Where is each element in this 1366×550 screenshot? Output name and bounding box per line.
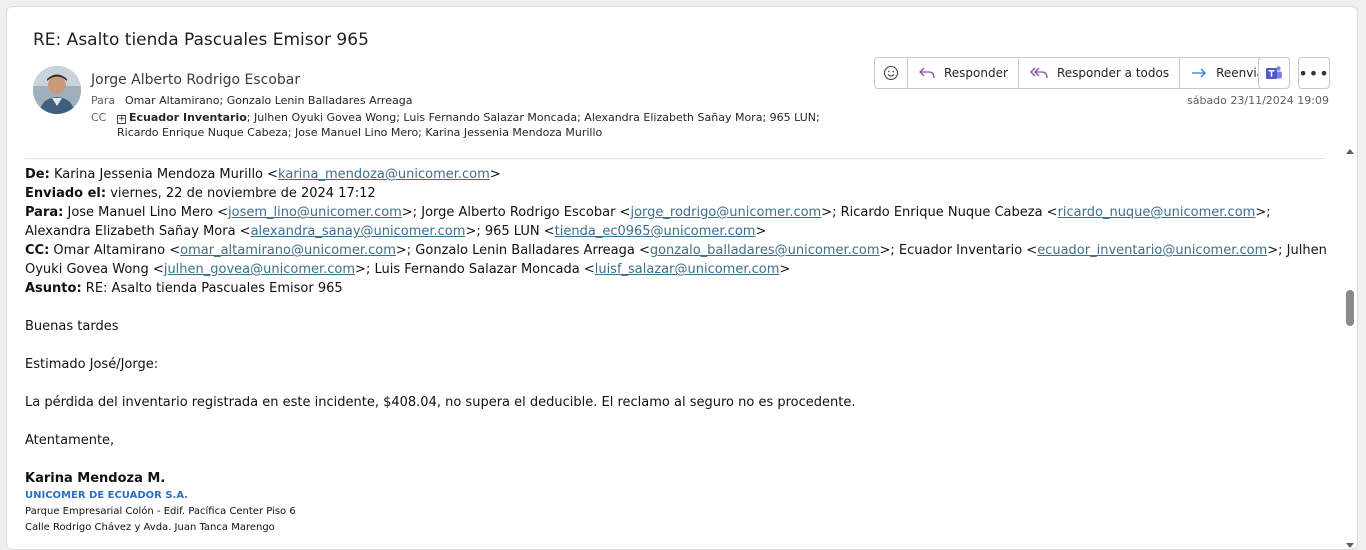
- quoted-cc-email-link[interactable]: omar_altamirano@unicomer.com: [180, 243, 396, 258]
- avatar-photo: [33, 66, 81, 114]
- reply-button[interactable]: Responder: [908, 58, 1019, 88]
- reply-label: Responder: [944, 66, 1008, 80]
- sender-name[interactable]: Jorge Alberto Rodrigo Escobar: [91, 72, 300, 88]
- quoted-to-text: >; Jorge Alberto Rodrigo Escobar <: [401, 205, 631, 220]
- message-text: La pérdida del inventario registrada en …: [25, 395, 856, 410]
- message-salutation: Estimado José/Jorge:: [25, 357, 159, 372]
- signature-company: UNICOMER DE ECUADOR S.A.: [25, 490, 189, 501]
- teams-icon: [1266, 66, 1282, 79]
- cc-recipients-line2[interactable]: Ricardo Enrique Nuque Cabeza; Jose Manue…: [117, 126, 602, 139]
- teams-button[interactable]: [1258, 57, 1290, 89]
- email-subject: RE: Asalto tienda Pascuales Emisor 965: [33, 30, 369, 50]
- reply-all-label: Responder a todos: [1056, 66, 1170, 80]
- message-body: De: Karina Jessenia Mendoza Murillo <kar…: [25, 165, 1330, 536]
- quoted-cc-text: >; Gonzalo Lenin Balladares Arreaga <: [395, 243, 650, 258]
- quoted-to-email-link[interactable]: tienda_ec0965@unicomer.com: [555, 224, 756, 239]
- quoted-cc-label: CC:: [25, 243, 50, 258]
- message-closing: Atentamente,: [25, 433, 115, 448]
- quoted-cc-line: CC: Omar Altamirano <omar_altamirano@uni…: [25, 241, 1330, 279]
- to-line: Para Omar Altamirano; Gonzalo Lenin Balla…: [91, 94, 412, 107]
- signature-name: Karina Mendoza M.: [25, 471, 166, 486]
- quoted-cc-text: >: [779, 262, 791, 277]
- quoted-to-label: Para:: [25, 205, 64, 220]
- quoted-from-name: Karina Jessenia Mendoza Murillo <: [53, 167, 279, 182]
- reply-icon: [919, 67, 935, 79]
- to-recipients[interactable]: Omar Altamirano; Gonzalo Lenin Balladare…: [125, 94, 412, 107]
- expand-group-icon[interactable]: +: [117, 115, 126, 124]
- quoted-to-email-link[interactable]: jorge_rodrigo@unicomer.com: [630, 205, 821, 220]
- header-divider: [25, 158, 1325, 159]
- quoted-to-line: Para: Jose Manuel Lino Mero <josem_lino@…: [25, 203, 1330, 241]
- scroll-down-arrow-icon[interactable]: [1346, 543, 1354, 548]
- message-greeting: Buenas tardes: [25, 319, 119, 334]
- reply-all-button[interactable]: Responder a todos: [1019, 58, 1181, 88]
- received-date: sábado 23/11/2024 19:09: [1186, 94, 1329, 107]
- signature-address-2: Calle Rodrigo Chávez y Avda. Juan Tanca …: [25, 522, 275, 533]
- quoted-cc-email-link[interactable]: luisf_salazar@unicomer.com: [595, 262, 780, 277]
- cc-line: CC + Ecuador Inventario; Julhen Oyuki Gove…: [91, 111, 820, 124]
- quoted-cc-text: >; Luis Fernando Salazar Moncada <: [355, 262, 595, 277]
- quoted-cc-email-link[interactable]: ecuador_inventario@unicomer.com: [1037, 243, 1267, 258]
- scroll-up-arrow-icon[interactable]: [1346, 149, 1354, 154]
- more-actions-button[interactable]: •••: [1298, 57, 1330, 89]
- quoted-from-email-link[interactable]: karina_mendoza@unicomer.com: [278, 167, 490, 182]
- signature-address-1: Parque Empresarial Colón - Edif. Pacífic…: [25, 506, 296, 517]
- email-reading-pane: RE: Asalto tienda Pascuales Emisor 965 J…: [6, 6, 1358, 550]
- quoted-subject-line: Asunto: RE: Asalto tienda Pascuales Emis…: [25, 279, 1330, 298]
- vertical-scrollbar[interactable]: [1343, 147, 1357, 549]
- quoted-to-text: >; Ricardo Enrique Nuque Cabeza <: [821, 205, 1058, 220]
- quoted-sent-value: viernes, 22 de noviembre de 2024 17:12: [110, 186, 376, 201]
- forward-icon: [1192, 68, 1207, 78]
- quoted-to-email-link[interactable]: josem_lino@unicomer.com: [228, 205, 402, 220]
- quoted-to-email-link[interactable]: alexandra_sanay@unicomer.com: [251, 224, 466, 239]
- action-toolbar: Responder Responder a todos Reenviar: [874, 57, 1281, 89]
- quoted-from-line: De: Karina Jessenia Mendoza Murillo <kar…: [25, 167, 501, 182]
- to-label: Para: [91, 94, 116, 107]
- avatar[interactable]: [33, 66, 81, 114]
- quoted-cc-email-link[interactable]: gonzalo_balladares@unicomer.com: [650, 243, 880, 258]
- cc-group[interactable]: Ecuador Inventario: [129, 111, 247, 124]
- quoted-to-email-link[interactable]: ricardo_nuque@unicomer.com: [1058, 205, 1256, 220]
- quoted-subject-label: Asunto:: [25, 281, 82, 296]
- reply-all-icon: [1030, 67, 1048, 79]
- quoted-sent-line: Enviado el: viernes, 22 de noviembre de …: [25, 184, 1330, 203]
- scrollbar-thumb[interactable]: [1346, 290, 1354, 326]
- cc-label: CC: [91, 111, 107, 124]
- quoted-to-text: >; 965 LUN <: [465, 224, 555, 239]
- quoted-cc-text: Omar Altamirano <: [53, 243, 181, 258]
- quoted-cc-email-link[interactable]: julhen_govea@unicomer.com: [164, 262, 355, 277]
- quoted-to-text: >: [755, 224, 767, 239]
- quoted-subject-value: RE: Asalto tienda Pascuales Emisor 965: [85, 281, 343, 296]
- quoted-cc-text: >; Ecuador Inventario <: [879, 243, 1038, 258]
- cc-recipients-line1[interactable]: ; Julhen Oyuki Govea Wong; Luis Fernando…: [247, 111, 820, 124]
- quoted-sent-label: Enviado el:: [25, 186, 107, 201]
- quoted-to-text: Jose Manuel Lino Mero <: [67, 205, 229, 220]
- smiley-icon: [883, 65, 899, 81]
- quoted-from-label: De:: [25, 167, 50, 182]
- emoji-button[interactable]: [875, 58, 908, 88]
